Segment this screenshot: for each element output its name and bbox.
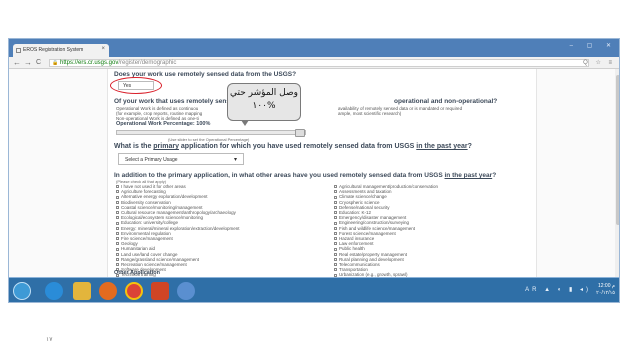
checkbox[interactable] [116,200,119,204]
powerpoint-icon[interactable] [151,282,169,300]
checkbox[interactable] [116,231,119,235]
q3-primary: primary [153,143,179,150]
slider-note: (Use slider to set the Operational Perce… [168,137,250,142]
checkbox[interactable] [334,252,337,256]
reload-icon[interactable]: C [36,59,41,66]
paint-icon[interactable] [177,282,195,300]
checkbox[interactable] [116,195,119,199]
primary-usage-value: Select a Primary Usage [125,157,178,163]
question-other-areas: In addition to the primary application, … [114,172,496,179]
checkbox[interactable] [334,200,337,204]
taskbar-clock[interactable]: 12:00 م ٢٠/١٢/١٥ [596,283,615,297]
media-player-icon[interactable] [99,282,117,300]
slider-fill [117,131,305,134]
slider-handle[interactable] [295,129,305,137]
browser-menu-icons[interactable]: Q ☆ ≡ [583,59,615,66]
checkbox[interactable] [116,221,119,225]
q3-text-1: What is the [114,143,154,150]
other-areas-list-left: I have not used it for other areas Agricu… [116,184,326,277]
checkbox[interactable] [116,242,119,246]
lock-icon: 🔒 [52,60,59,66]
checkbox[interactable] [334,190,337,194]
checkbox[interactable] [334,221,337,225]
checkbox[interactable] [116,247,119,251]
slide: EROS Registration System × – ▢ ✕ ← → C 🔒… [0,0,627,353]
back-arrow-icon[interactable]: ← [13,58,21,67]
chrome-icon[interactable] [125,282,143,300]
system-tray[interactable]: AR ▲ ◐ ▮ ◂) [525,286,591,293]
url-path: /register/demographic [118,60,177,66]
checkbox[interactable] [334,231,337,235]
forward-arrow-icon[interactable]: → [24,58,32,67]
checkbox[interactable] [116,226,119,230]
question-operational-split-cont: operational and non-operational? [394,98,498,105]
page-scrollbar[interactable] [615,69,619,277]
windows-taskbar: AR ▲ ◐ ▮ ◂) 12:00 م ٢٠/١٢/١٥ [9,277,619,302]
page-viewport: Does your work use remotely sensed data … [9,69,619,277]
checkbox[interactable] [116,211,119,215]
non-operational-definition-cont: ample, most scientific research) [338,111,402,116]
q4-past-year: in the past year [444,172,493,179]
url-host: https://ers.cr.usgs.gov [60,60,119,66]
checkbox[interactable] [116,216,119,220]
q4-text-2: ? [492,172,497,179]
internet-explorer-icon[interactable] [45,282,63,300]
callout-line-2: ١٠٠% [252,101,276,111]
checkbox[interactable] [116,263,119,267]
q3-text-2: application for which you have used remo… [178,143,417,150]
checkbox[interactable] [334,195,337,199]
operational-percentage-slider[interactable] [116,129,306,137]
checkbox[interactable] [334,237,337,241]
browser-tabstrip: EROS Registration System × – ▢ ✕ [9,39,619,57]
checkbox[interactable] [116,205,119,209]
q4-text-1: In addition to the primary application, … [114,172,445,179]
checkbox[interactable] [334,242,337,246]
tab-title: EROS Registration System [23,47,84,53]
checkbox[interactable] [334,247,337,251]
checkbox[interactable] [116,257,119,261]
page-icon [16,48,21,53]
clock-time: 12:00 م [597,283,615,289]
primary-usage-select[interactable]: Select a Primary Usage ▾ [118,153,244,165]
operational-percentage-label: Operational Work Percentage: 100% [116,121,211,127]
callout-pointer [241,120,249,126]
browser-toolbar: ← → C 🔒 https://ers.cr.usgs.gov/register… [9,57,619,69]
file-explorer-icon[interactable] [73,282,91,300]
browser-tab[interactable]: EROS Registration System × [13,44,109,57]
checkbox[interactable] [334,257,337,261]
checkbox[interactable] [334,226,337,230]
clock-date: ٢٠/١٢/١٥ [596,290,615,296]
question-primary-application: What is the primary application for whic… [114,143,472,150]
checkbox[interactable] [116,252,119,256]
window-controls[interactable]: – ▢ ✕ [570,42,617,49]
checkbox[interactable] [334,268,337,272]
other-application-heading: Other Application [114,270,160,276]
q3-text-3: ? [467,143,472,150]
checkbox[interactable] [334,263,337,267]
demographic-form: Does your work use remotely sensed data … [107,69,537,277]
checkbox[interactable] [334,216,337,220]
q3-past-year: in the past year [416,143,468,150]
checkbox[interactable] [116,237,119,241]
start-button-icon[interactable] [13,282,31,300]
annotation-callout: وصل المؤشر حتي ١٠٠% [227,83,301,121]
chevron-down-icon: ▾ [233,157,237,163]
highlight-oval [110,77,162,94]
checkbox[interactable] [116,190,119,194]
callout-line-1: وصل المؤشر حتي [230,88,298,98]
close-tab-icon[interactable]: × [101,46,105,52]
checkbox[interactable] [116,185,119,189]
checkbox[interactable] [334,205,337,209]
checkbox[interactable] [334,211,337,215]
screenshot: EROS Registration System × – ▢ ✕ ← → C 🔒… [8,38,620,303]
scrollbar-thumb[interactable] [616,75,619,225]
slide-number: ١٧ [46,337,53,343]
address-bar[interactable]: 🔒 https://ers.cr.usgs.gov/register/demog… [49,59,589,67]
checkbox[interactable] [334,185,337,189]
other-areas-list-right: Agricultural management/production/conse… [334,184,534,277]
